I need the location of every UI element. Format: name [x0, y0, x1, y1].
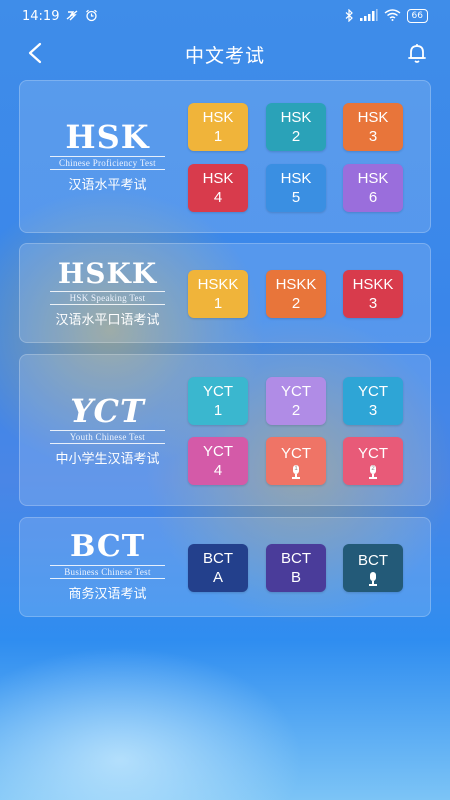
hskk-3-level: 3	[368, 295, 378, 312]
hskk-logo: HSKK HSK Speaking Test 汉语水平口语考试	[30, 260, 185, 328]
hsk-2-label: HSK	[280, 109, 312, 126]
yct-2-label: YCT	[281, 383, 311, 400]
hsk-4-label: HSK	[202, 170, 234, 187]
back-button[interactable]	[20, 38, 50, 68]
hsk-logo-mark: HSK	[65, 118, 150, 156]
chevron-left-icon	[28, 42, 42, 64]
mic-level-label: 2	[370, 465, 376, 474]
mic-level-label: 1	[293, 465, 299, 474]
bct-logo-subtitle: Business Chinese Test	[50, 565, 165, 579]
hsk-5-level: 5	[291, 189, 301, 206]
bct-a-button[interactable]: BCT A	[188, 544, 248, 592]
hskk-logo-subtitle: HSK Speaking Test	[50, 291, 165, 305]
yct-card: YCT Youth Chinese Test 中小学生汉语考试 YCT 1 YC…	[19, 354, 431, 506]
yct-3-button[interactable]: YCT 3	[343, 377, 403, 425]
hsk-1-level: 1	[213, 128, 223, 145]
hskk-2-level: 2	[291, 295, 301, 312]
hskk-3-button[interactable]: HSKK 3	[343, 270, 403, 318]
hsk-logo-subtitle: Chinese Proficiency Test	[50, 156, 165, 170]
hsk-name: 汉语水平考试	[68, 178, 147, 193]
hsk-3-label: HSK	[357, 109, 389, 126]
bct-name: 商务汉语考试	[68, 587, 147, 602]
yct-logo-mark: YCT	[70, 392, 145, 430]
hsk-2-level: 2	[291, 128, 301, 145]
yct-speaking-2-button[interactable]: YCT 2	[343, 437, 403, 485]
notifications-button[interactable]	[402, 38, 432, 68]
hsk-logo: HSK Chinese Proficiency Test 汉语水平考试	[30, 121, 185, 193]
yct-logo-subtitle: Youth Chinese Test	[50, 430, 165, 444]
page-title: 中文考试	[184, 44, 265, 67]
battery-indicator: 66	[406, 9, 428, 23]
yct-speaking-1-button[interactable]: YCT 1	[266, 437, 326, 485]
microphone-icon	[368, 572, 378, 586]
app-header: 中文考试	[0, 32, 450, 76]
hskk-name: 汉语水平口语考试	[55, 313, 160, 328]
yct-speaking-1-label: YCT	[281, 445, 311, 462]
status-left: 14:19	[22, 9, 98, 24]
app-notification-icon	[65, 9, 79, 23]
hskk-logo-mark: HSKK	[57, 257, 158, 290]
bct-a-level: A	[212, 569, 223, 586]
hskk-1-level: 1	[213, 295, 223, 312]
microphone-icon: 2	[368, 465, 378, 479]
bct-b-button[interactable]: BCT B	[266, 544, 326, 592]
bct-b-level: B	[290, 569, 301, 586]
yct-1-label: YCT	[203, 383, 233, 400]
hsk-3-level: 3	[368, 128, 378, 145]
bct-logo-mark: BCT	[69, 529, 146, 564]
hsk-6-level: 6	[368, 189, 378, 206]
bct-card: BCT Business Chinese Test 商务汉语考试 BCT A B…	[19, 517, 431, 617]
hskk-2-button[interactable]: HSKK 2	[266, 270, 326, 318]
bct-logo: BCT Business Chinese Test 商务汉语考试	[30, 532, 185, 602]
yct-3-label: YCT	[358, 383, 388, 400]
bct-a-label: BCT	[203, 550, 233, 567]
hsk-5-label: HSK	[280, 170, 312, 187]
hskk-card: HSKK HSK Speaking Test 汉语水平口语考试 HSKK 1 H…	[19, 243, 431, 343]
bct-speaking-label: BCT	[358, 552, 388, 569]
status-bar: 14:19 66	[0, 0, 450, 32]
alarm-icon	[85, 9, 98, 24]
hskk-3-label: HSKK	[352, 276, 394, 293]
hsk-6-button[interactable]: HSK 6	[343, 164, 403, 212]
status-right: 66	[345, 8, 428, 24]
hskk-2-label: HSKK	[275, 276, 317, 293]
hsk-6-label: HSK	[357, 170, 389, 187]
bluetooth-icon	[345, 8, 354, 24]
hsk-1-label: HSK	[202, 109, 234, 126]
hsk-2-button[interactable]: HSK 2	[266, 103, 326, 151]
hsk-4-level: 4	[213, 189, 223, 206]
yct-logo: YCT Youth Chinese Test 中小学生汉语考试	[30, 395, 185, 467]
bct-b-label: BCT	[281, 550, 311, 567]
hsk-5-button[interactable]: HSK 5	[266, 164, 326, 212]
yct-4-button[interactable]: YCT 4	[188, 437, 248, 485]
yct-name: 中小学生汉语考试	[55, 452, 160, 467]
yct-4-label: YCT	[203, 443, 233, 460]
wifi-icon	[384, 9, 401, 23]
yct-4-level: 4	[213, 462, 223, 479]
yct-2-button[interactable]: YCT 2	[266, 377, 326, 425]
yct-speaking-2-label: YCT	[358, 445, 388, 462]
hsk-card: HSK Chinese Proficiency Test 汉语水平考试 HSK …	[19, 80, 431, 233]
yct-3-level: 3	[368, 402, 378, 419]
signal-icon	[359, 9, 378, 23]
bell-icon	[408, 44, 426, 63]
yct-2-level: 2	[291, 402, 301, 419]
yct-1-level: 1	[213, 402, 223, 419]
hskk-1-button[interactable]: HSKK 1	[188, 270, 248, 318]
status-time: 14:19	[22, 8, 60, 24]
hsk-3-button[interactable]: HSK 3	[343, 103, 403, 151]
hsk-4-button[interactable]: HSK 4	[188, 164, 248, 212]
hskk-1-label: HSKK	[197, 276, 239, 293]
yct-1-button[interactable]: YCT 1	[188, 377, 248, 425]
microphone-icon: 1	[291, 465, 301, 479]
hsk-1-button[interactable]: HSK 1	[188, 103, 248, 151]
bct-speaking-button[interactable]: BCT	[343, 544, 403, 592]
